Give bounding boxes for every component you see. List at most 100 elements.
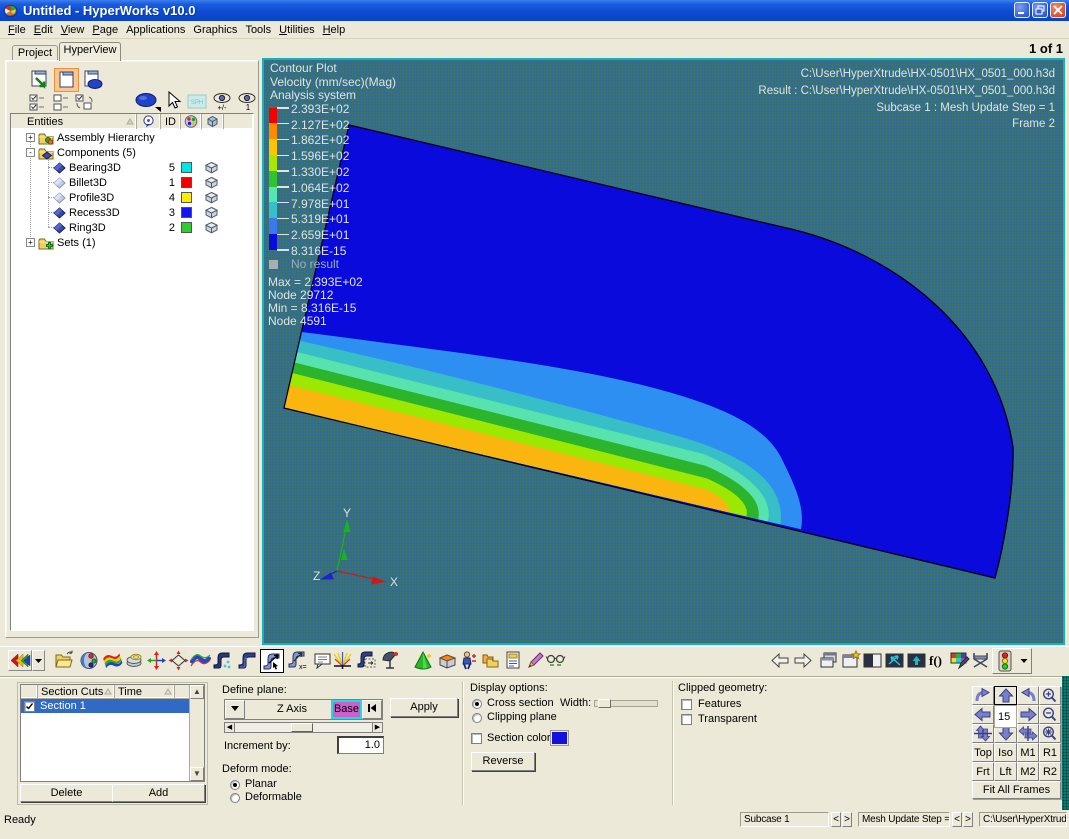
- mesh-cube-icon[interactable]: [205, 206, 218, 219]
- width-slider[interactable]: [594, 700, 658, 707]
- view-left-button[interactable]: Lft: [994, 762, 1017, 781]
- view-front-button[interactable]: Frt: [972, 762, 994, 781]
- menu-page[interactable]: Page: [88, 22, 122, 38]
- view-m1-button[interactable]: M1: [1017, 743, 1039, 762]
- tree-label[interactable]: Recess3D: [69, 207, 120, 219]
- cross-section-radio[interactable]: [472, 699, 482, 709]
- fit-all-frames-button[interactable]: Fit All Frames: [972, 781, 1061, 799]
- section-checkbox[interactable]: [24, 701, 35, 712]
- expand-icon[interactable]: +: [26, 238, 35, 247]
- transparent-checkbox[interactable]: [681, 714, 692, 725]
- tree-row-component[interactable]: Profile3D 4: [11, 190, 253, 205]
- idle-mode-button[interactable]: [134, 91, 162, 112]
- split-window-button[interactable]: [862, 650, 883, 671]
- sections-button[interactable]: x=: [287, 650, 308, 671]
- color-swatch[interactable]: [181, 192, 192, 203]
- tree-row-assembly[interactable]: + Assembly Hierarchy: [11, 130, 253, 145]
- streamlines-button-active[interactable]: [260, 649, 284, 673]
- pages-button[interactable]: [481, 650, 502, 671]
- view-m2-button[interactable]: M2: [1017, 762, 1039, 781]
- column-entities[interactable]: Entities: [11, 114, 137, 129]
- axis-value[interactable]: Z Axis: [277, 703, 307, 715]
- deformed-shape-button[interactable]: [190, 650, 211, 671]
- entity-attributes-button[interactable]: [459, 650, 480, 671]
- minimize-button[interactable]: [1014, 2, 1030, 18]
- column-time[interactable]: Time: [115, 685, 175, 699]
- mesh-cube-icon[interactable]: [205, 161, 218, 174]
- model-colors-button[interactable]: [79, 650, 100, 671]
- presentation-button[interactable]: [970, 650, 991, 671]
- menu-help[interactable]: Help: [319, 22, 350, 38]
- expand-icon[interactable]: +: [26, 133, 35, 142]
- section-display-button[interactable]: [124, 650, 145, 671]
- tree-label[interactable]: Profile3D: [69, 192, 114, 204]
- tree-label[interactable]: Billet3D: [69, 177, 107, 189]
- next-page-button[interactable]: [792, 650, 813, 671]
- menu-tools[interactable]: Tools: [241, 22, 275, 38]
- deformable-radio[interactable]: [230, 793, 240, 803]
- exploded-view-button[interactable]: [356, 650, 377, 671]
- tree-row-component[interactable]: Recess3D 3: [11, 205, 253, 220]
- section-cut-button[interactable]: [332, 650, 353, 671]
- annotate-button[interactable]: [525, 650, 546, 671]
- zoom-fit-button[interactable]: [1039, 724, 1061, 743]
- expand-all-button[interactable]: [28, 69, 52, 92]
- section-color-checkbox[interactable]: [471, 733, 482, 744]
- flip-vertical-button[interactable]: [972, 724, 994, 743]
- rotate-cw-button[interactable]: [972, 686, 994, 705]
- tree-label[interactable]: Assembly Hierarchy: [57, 132, 155, 144]
- sph-mode-button[interactable]: SPH: [187, 93, 207, 110]
- contour-panel-button[interactable]: [102, 650, 123, 671]
- pointer-mode-button[interactable]: [164, 91, 182, 111]
- graphics-area[interactable]: Y X Z Contour Plot Velocity (mm/sec)(Mag…: [262, 58, 1065, 645]
- tree-check-all-button[interactable]: [28, 93, 48, 112]
- mesh-cube-icon[interactable]: [205, 191, 218, 204]
- pan-right-button[interactable]: [1017, 705, 1039, 724]
- width-slider-thumb[interactable]: [598, 699, 611, 708]
- isolate-button[interactable]: 1: [237, 91, 257, 112]
- restore-button[interactable]: [1032, 2, 1048, 18]
- color-swatch[interactable]: [181, 207, 192, 218]
- tab-project[interactable]: Project: [12, 45, 58, 61]
- to-start-button[interactable]: [362, 700, 382, 719]
- animation-controls-button[interactable]: [992, 648, 1032, 674]
- color-swatch[interactable]: [181, 222, 192, 233]
- collapse-icon[interactable]: -: [26, 148, 35, 157]
- client-selector-button[interactable]: [8, 650, 32, 671]
- step-next-button[interactable]: >: [963, 812, 973, 827]
- reader-button[interactable]: [545, 650, 566, 671]
- open-model-button[interactable]: [55, 650, 76, 671]
- display-toggle-button[interactable]: +/-: [211, 91, 233, 112]
- subcase-field[interactable]: Subcase 1: [740, 812, 829, 827]
- list-scrollbar[interactable]: ▲ ▼: [189, 685, 204, 781]
- view-iso-button[interactable]: Iso: [994, 743, 1017, 762]
- tree-reverse-button[interactable]: [74, 93, 95, 112]
- scroll-up-button[interactable]: ▲: [190, 685, 204, 699]
- step-field[interactable]: Mesh Update Step =: [858, 812, 950, 827]
- zoom-in-button[interactable]: [1039, 686, 1061, 705]
- expand-window-button[interactable]: [906, 650, 927, 671]
- slider-left-arrow[interactable]: ◀: [225, 723, 235, 732]
- column-section-cuts[interactable]: Section Cuts: [38, 685, 115, 699]
- tree-row-components[interactable]: - Components (5): [11, 145, 253, 160]
- tracking-button[interactable]: [212, 650, 233, 671]
- client-selector-dropdown[interactable]: [32, 650, 45, 671]
- translate-button[interactable]: [146, 650, 167, 671]
- mask-button[interactable]: [437, 650, 458, 671]
- rotate-ccw-button[interactable]: [1017, 686, 1039, 705]
- delete-button[interactable]: Delete: [20, 784, 113, 802]
- add-button[interactable]: Add: [112, 784, 205, 802]
- mesh-cube-icon[interactable]: [205, 221, 218, 234]
- path-field[interactable]: C:\User\HyperXtrude': [979, 812, 1067, 827]
- add-object-button[interactable]: [413, 650, 434, 671]
- new-page-button[interactable]: [54, 68, 79, 92]
- iso-surface-button[interactable]: [237, 650, 258, 671]
- view-r1-button[interactable]: R1: [1039, 743, 1061, 762]
- slider-thumb[interactable]: [291, 723, 313, 732]
- planar-radio[interactable]: [230, 780, 240, 790]
- features-checkbox[interactable]: [681, 699, 692, 710]
- zoom-out-button[interactable]: [1039, 705, 1061, 724]
- notes-button[interactable]: [312, 650, 333, 671]
- tab-hyperview[interactable]: HyperView: [59, 42, 121, 61]
- pan-up-button[interactable]: [994, 686, 1017, 705]
